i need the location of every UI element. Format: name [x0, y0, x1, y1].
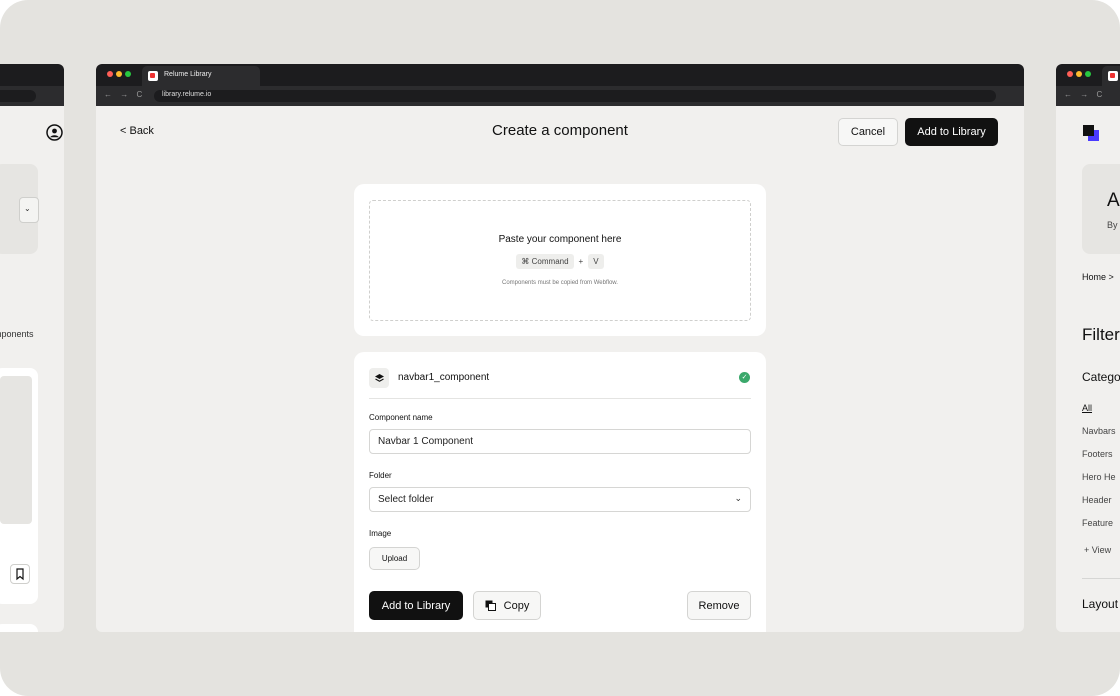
maximize-window-dot[interactable]: [1085, 71, 1091, 77]
folder-label: Folder: [369, 471, 392, 480]
category-hero[interactable]: Hero He: [1082, 472, 1116, 482]
view-more-link[interactable]: + View: [1084, 545, 1111, 555]
back-forward-reload-icons[interactable]: ← → C: [1064, 90, 1105, 99]
upload-button[interactable]: Upload: [369, 547, 420, 570]
image-label: Image: [369, 529, 392, 538]
url-text: library.relume.io: [162, 91, 212, 98]
desktop-canvas: ⌄ mponents Relume Library: [0, 0, 1120, 696]
paste-shortcut: ⌘ Command + V: [370, 254, 750, 269]
category-feature[interactable]: Feature: [1082, 518, 1113, 528]
plus-sign: +: [578, 257, 584, 266]
category-navbars[interactable]: Navbars: [1082, 426, 1116, 436]
paste-dropzone[interactable]: Paste your component here ⌘ Command + V …: [369, 200, 751, 321]
close-window-dot[interactable]: [107, 71, 113, 77]
layers-icon: [369, 368, 389, 388]
tab-strip: Relume Library: [96, 64, 1024, 86]
component-name-label: Component name: [369, 413, 433, 422]
browser-tab[interactable]: Relume Library: [142, 66, 260, 86]
page-header: < Back Create a component Cancel Add to …: [96, 106, 1024, 158]
copy-icon: [485, 600, 496, 611]
component-form-card: navbar1_component ✓ Component name Navba…: [354, 352, 766, 632]
navigation-bar: ← → C library.relume.io: [96, 86, 1024, 106]
command-key: ⌘ Command: [516, 254, 574, 269]
folder-select-value: Select folder: [378, 494, 434, 505]
minimize-window-dot[interactable]: [116, 71, 122, 77]
left-dropdown[interactable]: ⌄: [19, 197, 39, 223]
address-bar[interactable]: library.relume.io: [154, 90, 996, 102]
left-components-snippet: mponents: [0, 329, 34, 339]
left-next-card[interactable]: [0, 624, 38, 632]
layout-heading: Layout: [1082, 597, 1119, 611]
chevron-down-icon: ⌄: [734, 493, 742, 503]
relume-favicon-icon: [1108, 71, 1118, 81]
relume-favicon-icon: [148, 71, 158, 81]
cancel-button[interactable]: Cancel: [838, 118, 898, 146]
divider: [1082, 578, 1120, 579]
right-hero-panel: A By: [1082, 164, 1120, 254]
browser-chrome: Relume Library ← → C library.relume.io: [96, 64, 1024, 106]
main-browser-window: Relume Library ← → C library.relume.io <…: [96, 64, 1024, 632]
v-key: V: [588, 254, 604, 269]
component-header: navbar1_component ✓: [369, 367, 751, 399]
relume-logo-icon: [1083, 125, 1099, 141]
tab-title: Relume Library: [164, 71, 212, 78]
component-name-input[interactable]: Navbar 1 Component: [369, 429, 751, 454]
right-browser-tab[interactable]: [1102, 66, 1120, 86]
hero-byline: By: [1107, 220, 1118, 230]
paste-note: Components must be copied from Webflow.: [502, 280, 618, 286]
paste-card: Paste your component here ⌘ Command + V …: [354, 184, 766, 336]
category-heading: Catego: [1082, 370, 1120, 384]
left-url-bar[interactable]: [0, 90, 36, 102]
left-browser-window: ⌄ mponents: [0, 64, 64, 632]
close-window-dot[interactable]: [1067, 71, 1073, 77]
back-forward-reload-icons[interactable]: ← → C: [104, 90, 145, 99]
copy-label: Copy: [503, 599, 530, 612]
left-browser-chrome: [0, 64, 64, 106]
breadcrumb[interactable]: Home >: [1082, 272, 1114, 282]
form-add-to-library-button[interactable]: Add to Library: [369, 591, 463, 620]
left-component-card[interactable]: [0, 368, 38, 604]
right-browser-window: ← → C A By Home > Filter Catego All Navb…: [1056, 64, 1120, 632]
category-header[interactable]: Header: [1082, 495, 1112, 505]
copy-button[interactable]: Copy: [473, 591, 541, 620]
category-footers[interactable]: Footers: [1082, 449, 1113, 459]
component-id: navbar1_component: [398, 372, 490, 383]
paste-title: Paste your component here: [498, 234, 622, 245]
bookmark-icon: [16, 568, 24, 581]
remove-button[interactable]: Remove: [687, 591, 751, 620]
left-card-preview: [0, 376, 32, 524]
filter-heading: Filter: [1082, 325, 1120, 344]
hero-letter: A: [1107, 190, 1120, 211]
left-filter-panel: ⌄: [0, 164, 39, 254]
minimize-window-dot[interactable]: [1076, 71, 1082, 77]
user-icon[interactable]: [46, 124, 63, 141]
maximize-window-dot[interactable]: [125, 71, 131, 77]
category-all[interactable]: All: [1082, 403, 1092, 413]
bookmark-button[interactable]: [10, 564, 30, 584]
add-to-library-button[interactable]: Add to Library: [905, 118, 998, 146]
right-browser-chrome: ← → C: [1056, 64, 1120, 106]
chevron-down-icon: ⌄: [24, 204, 31, 213]
folder-select[interactable]: Select folder ⌄: [369, 487, 751, 512]
check-icon: ✓: [739, 372, 750, 383]
